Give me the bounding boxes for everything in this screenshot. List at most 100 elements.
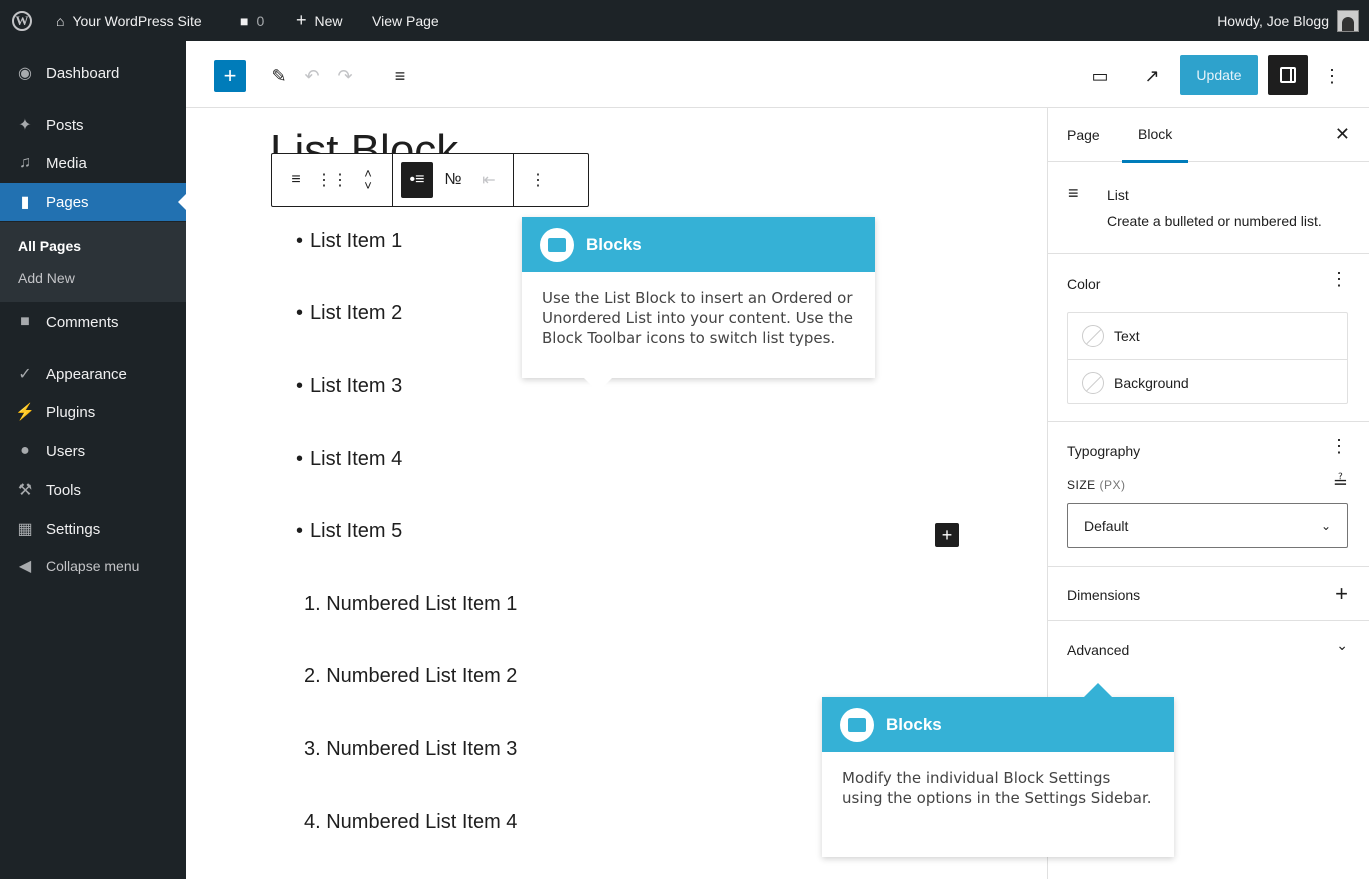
- dimensions-panel-title[interactable]: Dimensions: [1067, 587, 1140, 603]
- block-card-title: List: [1107, 187, 1129, 203]
- collapse-menu-button[interactable]: ◀ Collapse menu: [0, 547, 186, 585]
- avatar: [1337, 9, 1359, 32]
- new-content-link[interactable]: + New: [296, 0, 343, 41]
- list-item[interactable]: List Item 3: [296, 375, 402, 398]
- advanced-panel-title[interactable]: Advanced: [1067, 642, 1129, 658]
- admin-menu: ◉ Dashboard ✦ Posts ♫ Media ▮ Pages All …: [0, 41, 186, 879]
- tab-block[interactable]: Block: [1122, 108, 1189, 163]
- comments-link[interactable]: ■ 0: [240, 0, 264, 41]
- tour-body: Use the List Block to insert an Ordered …: [542, 289, 854, 347]
- plus-icon[interactable]: +: [1335, 581, 1348, 607]
- menu-label-pages: Pages: [46, 193, 89, 211]
- menu-label-comments: Comments: [46, 313, 119, 331]
- color-panel: Color ⋮ Text Background: [1048, 255, 1369, 422]
- howdy-label: Howdy, Joe Blogg: [1217, 12, 1329, 29]
- chevron-down-icon[interactable]: ⌄: [1336, 637, 1348, 654]
- submenu-add-new[interactable]: Add New: [18, 270, 75, 286]
- list-block-icon: ≡: [1068, 183, 1079, 203]
- menu-item-posts[interactable]: ✦ Posts: [0, 106, 186, 144]
- site-name-link[interactable]: ⌂ Your WordPress Site: [56, 0, 202, 41]
- list-block-type-icon[interactable]: ≡: [280, 162, 312, 198]
- submenu-all-pages[interactable]: All Pages: [18, 238, 81, 254]
- numbered-list-item[interactable]: 4. Numbered List Item 4: [304, 811, 517, 834]
- font-size-select[interactable]: Default ⌄: [1067, 503, 1348, 548]
- site-name-label: Your WordPress Site: [72, 12, 202, 29]
- media-icon: ♫: [19, 154, 31, 171]
- menu-item-pages[interactable]: ▮ Pages: [0, 183, 186, 221]
- menu-item-users[interactable]: ● Users: [0, 432, 186, 470]
- menu-item-appearance[interactable]: ✓ Appearance: [0, 355, 186, 393]
- comment-bubble-icon: ■: [240, 12, 249, 29]
- typography-panel-title[interactable]: Typography: [1067, 443, 1140, 459]
- plus-icon: +: [296, 10, 307, 30]
- numbered-list-item[interactable]: 3. Numbered List Item 3: [304, 738, 517, 761]
- close-icon[interactable]: ✕: [1335, 124, 1350, 145]
- menu-item-settings[interactable]: ▦ Settings: [0, 510, 186, 548]
- redo-icon[interactable]: ↷: [329, 60, 361, 92]
- menu-label-collapse: Collapse menu: [46, 558, 140, 574]
- font-size-unit: (PX): [1099, 478, 1126, 492]
- block-options-kebab-icon[interactable]: ⋮: [522, 162, 554, 198]
- list-item[interactable]: List Item 4: [296, 448, 402, 471]
- tools-pencil-icon[interactable]: ✎: [263, 60, 295, 92]
- tour-body: Modify the individual Block Settings usi…: [842, 769, 1152, 807]
- toolbar-group-options: ⋮: [514, 154, 562, 206]
- dimensions-panel: Dimensions +: [1048, 567, 1369, 621]
- background-color-option[interactable]: Background: [1068, 359, 1347, 405]
- admin-bar: W ⌂ Your WordPress Site ■ 0 + New View P…: [0, 0, 1369, 41]
- preview-device-icon[interactable]: ▭: [1084, 60, 1116, 92]
- ordered-list-icon[interactable]: №: [437, 162, 469, 198]
- move-up-down-icon[interactable]: ˄ ˅: [352, 162, 384, 198]
- inline-add-block-button[interactable]: +: [935, 523, 959, 547]
- tab-page[interactable]: Page: [1067, 108, 1100, 162]
- custom-size-sliders-icon[interactable]: ≟: [1333, 472, 1348, 493]
- background-color-label: Background: [1114, 374, 1189, 391]
- update-button[interactable]: Update: [1180, 55, 1258, 95]
- numbered-list-item[interactable]: 2. Numbered List Item 2: [304, 665, 517, 688]
- options-kebab-icon[interactable]: ⋮: [1316, 60, 1348, 92]
- menu-label-settings: Settings: [46, 520, 101, 538]
- color-options-kebab-icon[interactable]: ⋮: [1330, 269, 1348, 290]
- unordered-list-icon[interactable]: •≡: [401, 162, 433, 198]
- view-external-icon[interactable]: ↗: [1136, 60, 1168, 92]
- menu-label-appearance: Appearance: [46, 365, 127, 383]
- list-item[interactable]: List Item 2: [296, 302, 402, 325]
- block-toolbar: ≡ ⋮⋮ ˄ ˅ •≡ № ⇤ ⋮: [271, 153, 589, 207]
- toolbar-group-block: ≡ ⋮⋮ ˄ ˅: [272, 154, 393, 206]
- text-color-option[interactable]: Text: [1068, 313, 1347, 359]
- pages-submenu: All Pages Add New: [0, 222, 186, 302]
- view-page-link[interactable]: View Page: [372, 0, 439, 41]
- drag-handle-icon[interactable]: ⋮⋮: [316, 162, 348, 198]
- tour-popup-blocks: Blocks Use the List Block to insert an O…: [522, 217, 875, 392]
- settings-sidebar-toggle[interactable]: [1268, 55, 1308, 95]
- pages-icon: ▮: [20, 194, 30, 211]
- tour-title: Blocks: [886, 714, 942, 734]
- font-size-label: SIZE (PX): [1067, 478, 1126, 492]
- text-color-label: Text: [1114, 328, 1140, 344]
- block-inserter-button[interactable]: +: [214, 60, 246, 92]
- menu-item-plugins[interactable]: ⚡ Plugins: [0, 393, 186, 431]
- settings-icon: ▦: [17, 521, 33, 538]
- list-item[interactable]: List Item 5: [296, 520, 402, 543]
- list-item[interactable]: List Item 1: [296, 230, 402, 253]
- typography-options-kebab-icon[interactable]: ⋮: [1330, 436, 1348, 457]
- wordpress-logo-icon[interactable]: W: [12, 0, 32, 41]
- numbered-list-item[interactable]: 1. Numbered List Item 1: [304, 593, 517, 616]
- color-panel-title[interactable]: Color: [1067, 276, 1100, 292]
- plugin-icon: ⚡: [15, 404, 35, 421]
- sidebar-icon: [1280, 67, 1296, 83]
- toolbar-group-list-types: •≡ № ⇤: [393, 154, 514, 206]
- undo-icon[interactable]: ↶: [296, 60, 328, 92]
- advanced-panel: Advanced ⌄: [1048, 621, 1369, 675]
- account-menu[interactable]: Howdy, Joe Blogg: [1217, 0, 1359, 41]
- menu-item-tools[interactable]: ⚒ Tools: [0, 471, 186, 509]
- menu-item-media[interactable]: ♫ Media: [0, 144, 186, 182]
- home-icon: ⌂: [56, 12, 65, 29]
- menu-item-comments[interactable]: ■ Comments: [0, 303, 186, 341]
- outdent-icon[interactable]: ⇤: [473, 162, 505, 198]
- menu-item-dashboard[interactable]: ◉ Dashboard: [0, 54, 186, 92]
- menu-label-plugins: Plugins: [46, 403, 96, 421]
- paintbrush-icon: ✓: [18, 366, 32, 383]
- wrench-icon: ⚒: [17, 482, 33, 499]
- document-overview-icon[interactable]: ≡: [384, 60, 416, 92]
